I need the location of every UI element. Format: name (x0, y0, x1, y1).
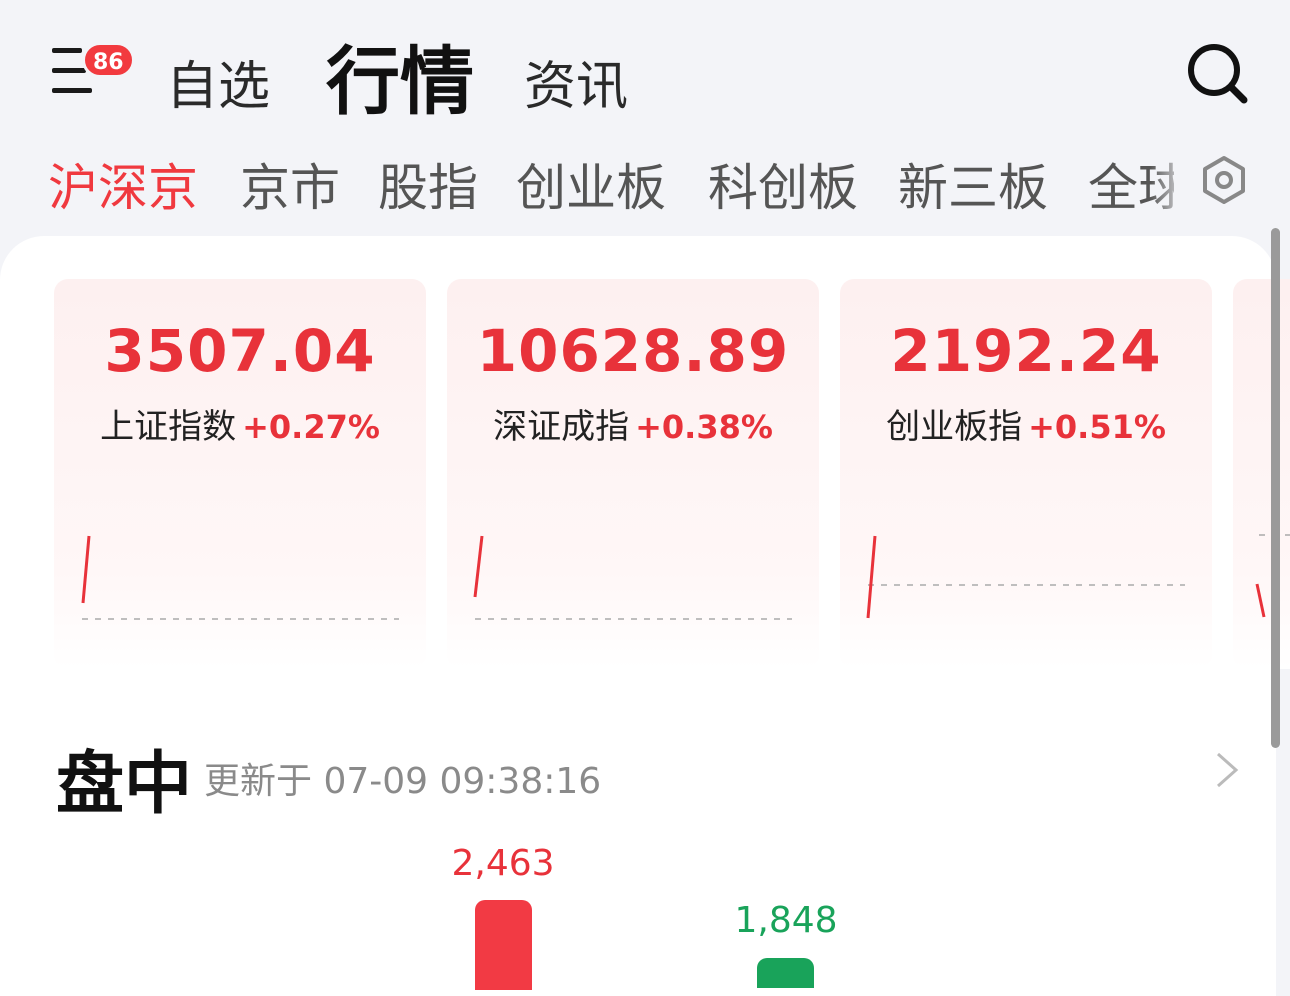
index-card-partial[interactable] (1233, 279, 1290, 669)
market-tabs: 沪深京 京市 股指 创业板 科创板 新三板 全球 (0, 140, 1290, 220)
index-card-shenzhen[interactable]: 10628.89 深证成指 +0.38% (447, 279, 819, 669)
market-tab-gu-zhi[interactable]: 股指 (378, 148, 478, 220)
down-count-bar[interactable] (757, 958, 814, 988)
tab-market[interactable]: 行情 (326, 22, 474, 129)
up-count-bar[interactable] (475, 900, 532, 990)
down-count-label: 1,848 (734, 900, 838, 941)
chevron-right-icon[interactable] (1212, 750, 1242, 790)
notification-badge: 86 (82, 42, 135, 78)
index-card-chinext[interactable]: 2192.24 创业板指 +0.51% (840, 279, 1212, 669)
scrollbar[interactable] (1271, 228, 1280, 748)
index-sparkline (81, 535, 399, 620)
tab-settings-button[interactable] (1174, 140, 1274, 226)
market-tab-jingshi[interactable]: 京市 (240, 148, 340, 220)
up-count-label: 2,463 (451, 843, 555, 884)
market-tab-chinext[interactable]: 创业板 (516, 148, 666, 220)
market-tab-star[interactable]: 科创板 (708, 148, 858, 220)
settings-icon (1203, 156, 1245, 204)
market-tab-neeq[interactable]: 新三板 (898, 148, 1048, 220)
index-sparkline (473, 535, 792, 620)
tab-news[interactable]: 资讯 (524, 44, 628, 119)
search-icon[interactable] (1186, 42, 1248, 104)
index-sparkline (866, 535, 1185, 619)
index-sparkline (1255, 534, 1290, 618)
market-tab-hushenjing[interactable]: 沪深京 (48, 148, 198, 220)
update-time: 更新于 07-09 09:38:16 (204, 761, 602, 802)
index-card-shanghai[interactable]: 3507.04 上证指数 +0.27% (54, 279, 426, 669)
section-title: 盘中 (56, 745, 193, 824)
tab-watchlist[interactable]: 自选 (166, 44, 270, 119)
top-bar: 86 自选 行情 资讯 (0, 0, 1290, 130)
